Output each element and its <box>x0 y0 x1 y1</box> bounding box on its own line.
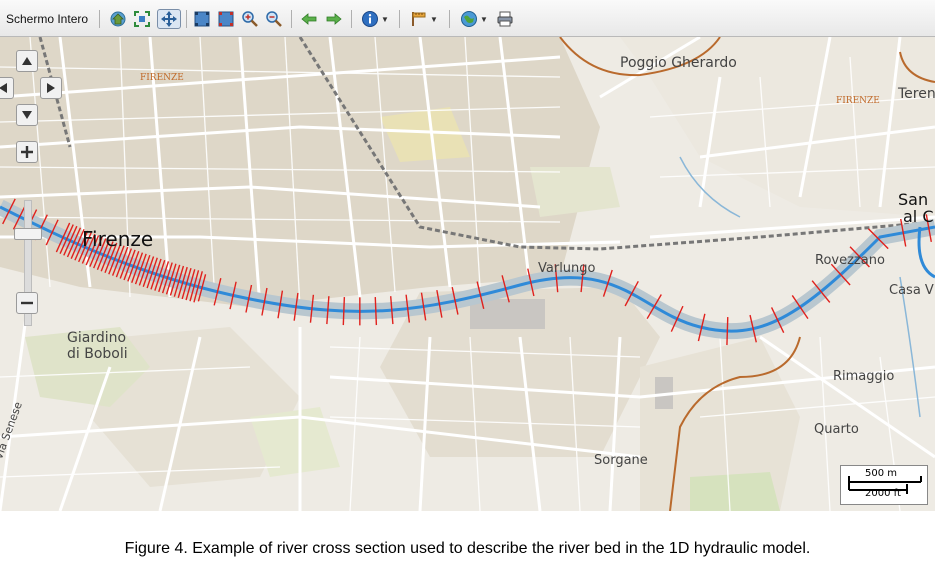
toolbar-separator <box>99 10 100 28</box>
toolbar-separator <box>291 10 292 28</box>
toolbar-separator <box>449 10 450 28</box>
pan-down-button[interactable] <box>16 104 38 126</box>
label-al-c: al C <box>903 207 934 226</box>
label-casa: Casa V <box>889 283 934 298</box>
zoom-out-icon[interactable] <box>264 9 284 29</box>
pan-left-button[interactable] <box>0 77 14 99</box>
map-canvas[interactable]: Firenze FIRENZE FIRENZE Poggio Gherardo … <box>0 37 935 511</box>
map-toolbar: Schermo Intero ▼ ▼ ▼ <box>0 0 935 37</box>
pan-up-button[interactable] <box>16 50 38 72</box>
label-varlungo: Varlungo <box>538 261 596 276</box>
label-firenze-boundary: FIRENZE <box>836 96 880 106</box>
label-rimaggio: Rimaggio <box>833 369 895 384</box>
info-icon[interactable]: ▼ <box>358 9 392 29</box>
forward-arrow-icon[interactable] <box>324 9 344 29</box>
label-terenzano: Teren <box>898 86 935 102</box>
label-quarto: Quarto <box>814 422 859 437</box>
zoom-in-icon[interactable] <box>240 9 260 29</box>
label-boboli: di Boboli <box>67 346 128 362</box>
toolbar-separator <box>186 10 187 28</box>
label-giardino: Giardino <box>67 330 127 346</box>
cross-section-line <box>726 317 729 346</box>
globe-home-icon[interactable] <box>108 9 128 29</box>
scale-imperial-label: 2000 ft <box>865 488 901 499</box>
toolbar-separator <box>399 10 400 28</box>
select-box-red-icon[interactable] <box>216 9 236 29</box>
pan-right-button[interactable] <box>40 77 62 99</box>
zoom-out-button[interactable] <box>16 292 38 314</box>
print-icon[interactable] <box>494 9 516 29</box>
label-rovezzano: Rovezzano <box>815 253 885 268</box>
zoom-extent-icon[interactable] <box>132 9 152 29</box>
measure-icon[interactable]: ▼ <box>407 9 441 29</box>
zoom-slider-handle[interactable] <box>14 228 42 240</box>
label-firenze-boundary: FIRENZE <box>140 73 184 83</box>
fullscreen-button[interactable]: Schermo Intero <box>2 9 92 29</box>
select-box-icon[interactable] <box>192 9 212 29</box>
cross-section-line <box>342 297 346 326</box>
pan-icon[interactable] <box>157 9 181 29</box>
label-poggio-gherardo: Poggio Gherardo <box>620 55 737 71</box>
cross-section-line <box>374 297 378 326</box>
back-arrow-icon[interactable] <box>299 9 319 29</box>
scale-metric-label: 500 m <box>865 468 898 479</box>
toolbar-separator <box>351 10 352 28</box>
label-sorgane: Sorgane <box>594 453 648 468</box>
zoom-in-button[interactable] <box>16 141 38 163</box>
scale-bar: 500 m 2000 ft <box>840 465 928 505</box>
label-firenze: Firenze <box>82 227 154 251</box>
figure-caption: Figure 4. Example of river cross section… <box>124 540 811 557</box>
river-layer <box>0 198 935 346</box>
layers-icon[interactable]: ▼ <box>457 9 491 29</box>
